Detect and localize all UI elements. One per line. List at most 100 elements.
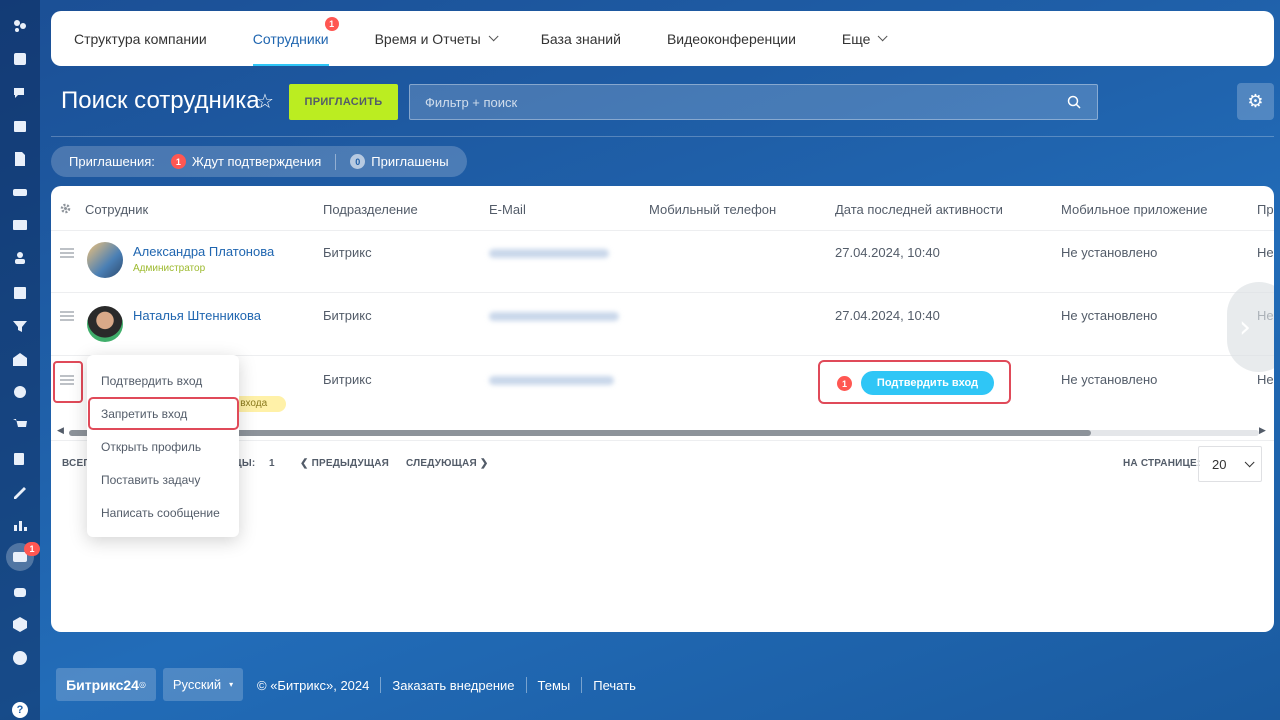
search-icon[interactable]	[1067, 95, 1081, 109]
settings-gear-button[interactable]: ⚙	[1237, 83, 1274, 120]
per-page-select[interactable]: 20	[1198, 446, 1262, 482]
chevron-down-icon	[1245, 456, 1256, 467]
row-menu-handle[interactable]	[60, 311, 74, 321]
footer-logo[interactable]: Битрикс24 ◎	[56, 668, 156, 701]
menu-item-open-profile[interactable]: Открыть профиль	[101, 440, 201, 454]
tab-knowledge-base[interactable]: База знаний	[541, 11, 621, 66]
next-page-link[interactable]: СЛЕДУЮЩАЯ ❯	[406, 458, 488, 469]
avatar[interactable]	[87, 306, 123, 342]
email-blurred	[489, 249, 609, 258]
column-header-email[interactable]: E-Mail	[489, 202, 526, 217]
invitations-label: Приглашения:	[69, 154, 155, 169]
groups-icon[interactable]	[10, 248, 30, 268]
scroll-right-arrow-icon[interactable]: ▶	[1259, 426, 1266, 436]
email-blurred	[489, 312, 619, 321]
chat-icon[interactable]	[10, 83, 30, 103]
pending-count: 1	[170, 154, 186, 169]
scroll-left-arrow-icon[interactable]: ◀	[57, 426, 64, 436]
tab-time-reports[interactable]: Время и Отчеты	[375, 11, 499, 66]
pages-value: 1	[269, 458, 275, 469]
extra-cell: Не	[1257, 245, 1274, 260]
mobile-app-cell: Не установлено	[1061, 308, 1158, 323]
row-menu-handle[interactable]	[60, 248, 74, 258]
search-input[interactable]	[410, 85, 1097, 119]
star-icon[interactable]: ☆	[256, 89, 274, 113]
invited-filter[interactable]: Приглашены	[371, 154, 448, 169]
rail-badge: 1	[24, 542, 40, 556]
row-menu-handle[interactable]	[60, 375, 74, 385]
avatar[interactable]	[87, 242, 123, 278]
footer-link-print[interactable]: Печать	[593, 678, 636, 693]
employee-name-link[interactable]: Александра Платонова	[133, 244, 274, 259]
confirm-login-button[interactable]: Подтвердить вход	[861, 371, 994, 395]
tab-company-structure[interactable]: Структура компании	[74, 11, 207, 66]
department-cell: Битрикс	[323, 372, 372, 387]
search-box	[409, 84, 1098, 120]
prev-page-link[interactable]: ❮ ПРЕДЫДУЩАЯ	[300, 458, 389, 469]
divider	[51, 136, 1274, 137]
menu-item-send-message[interactable]: Написать сообщение	[101, 506, 220, 520]
column-header-mobile-phone[interactable]: Мобильный телефон	[649, 202, 776, 217]
row-divider	[51, 230, 1274, 231]
chevron-down-icon: ▾	[229, 680, 234, 689]
company-icon[interactable]	[10, 349, 30, 369]
footer-link-order[interactable]: Заказать внедрение	[392, 678, 514, 693]
crm-filter-icon[interactable]	[10, 316, 30, 336]
edit-icon[interactable]	[10, 449, 30, 469]
employees-tab-badge: 1	[324, 17, 339, 31]
department-cell: Битрикс	[323, 308, 372, 323]
mobile-app-cell: Не установлено	[1061, 245, 1158, 260]
chevron-left-icon: ❮	[300, 458, 312, 469]
chevron-down-icon	[488, 31, 499, 42]
invitations-bar: Приглашения: 1 Ждут подтверждения 0 Приг…	[51, 146, 467, 177]
gear-icon[interactable]	[59, 202, 72, 215]
target-icon[interactable]	[10, 382, 30, 402]
market-icon[interactable]	[10, 614, 30, 634]
drive-icon[interactable]	[10, 182, 30, 202]
column-header-employee[interactable]: Сотрудник	[85, 202, 148, 217]
tab-video-conferences[interactable]: Видеоконференции	[667, 11, 796, 66]
gear-icon: ⚙	[1247, 91, 1264, 112]
top-navigation: Структура компании Сотрудники 1 Время и …	[51, 11, 1274, 66]
row-context-menu: Подтвердить вход Запретить вход Открыть …	[87, 355, 239, 537]
news-icon[interactable]	[10, 49, 30, 69]
invite-button[interactable]: ПРИГЛАСИТЬ	[289, 84, 398, 120]
tasks-icon[interactable]	[10, 283, 30, 303]
stream-icon[interactable]	[10, 16, 30, 36]
column-header-mobile-app[interactable]: Мобильное приложение	[1061, 202, 1207, 217]
help-icon[interactable]: ?	[12, 702, 28, 718]
pending-filter[interactable]: Ждут подтверждения	[192, 154, 321, 169]
employee-name-link[interactable]: Наталья Штенникова	[133, 308, 261, 323]
shop-icon[interactable]	[10, 415, 30, 435]
mobile-app-cell: Не установлено	[1061, 372, 1158, 387]
extra-cell: Не	[1257, 372, 1274, 387]
chevron-down-icon	[878, 31, 888, 42]
column-header-department[interactable]: Подразделение	[323, 202, 418, 217]
invited-count: 0	[350, 154, 366, 169]
last-activity-cell: 27.04.2024, 10:40	[835, 245, 940, 260]
analytics-icon[interactable]	[10, 515, 30, 535]
chevron-right-icon: ❯	[476, 458, 489, 469]
left-rail: 1 ?	[0, 0, 40, 720]
menu-item-confirm-login[interactable]: Подтвердить вход	[101, 374, 202, 388]
confirm-count-badge: 1	[837, 376, 852, 391]
robot-icon[interactable]	[10, 581, 30, 601]
more-icon[interactable]	[10, 648, 30, 668]
tab-more[interactable]: Еще	[842, 11, 888, 66]
per-page-label: НА СТРАНИЦЕ:	[1123, 458, 1201, 469]
sign-icon[interactable]	[10, 482, 30, 502]
mail-icon[interactable]	[10, 215, 30, 235]
row-divider	[51, 292, 1274, 293]
column-header-extra[interactable]: Пр	[1257, 202, 1274, 217]
last-activity-cell: 27.04.2024, 10:40	[835, 308, 940, 323]
menu-item-assign-task[interactable]: Поставить задачу	[101, 473, 200, 487]
calendar-icon[interactable]	[10, 116, 30, 136]
confirm-login-highlight: 1 Подтвердить вход	[818, 360, 1011, 404]
footer-link-themes[interactable]: Темы	[538, 678, 571, 693]
tab-employees[interactable]: Сотрудники 1	[252, 11, 339, 66]
scroll-right-button[interactable]: ›	[1227, 282, 1274, 372]
menu-item-deny-login[interactable]: Запретить вход	[101, 407, 187, 421]
language-select[interactable]: Русский ▾	[163, 668, 243, 701]
column-header-last-activity[interactable]: Дата последней активности	[835, 202, 1003, 217]
docs-icon[interactable]	[10, 149, 30, 169]
